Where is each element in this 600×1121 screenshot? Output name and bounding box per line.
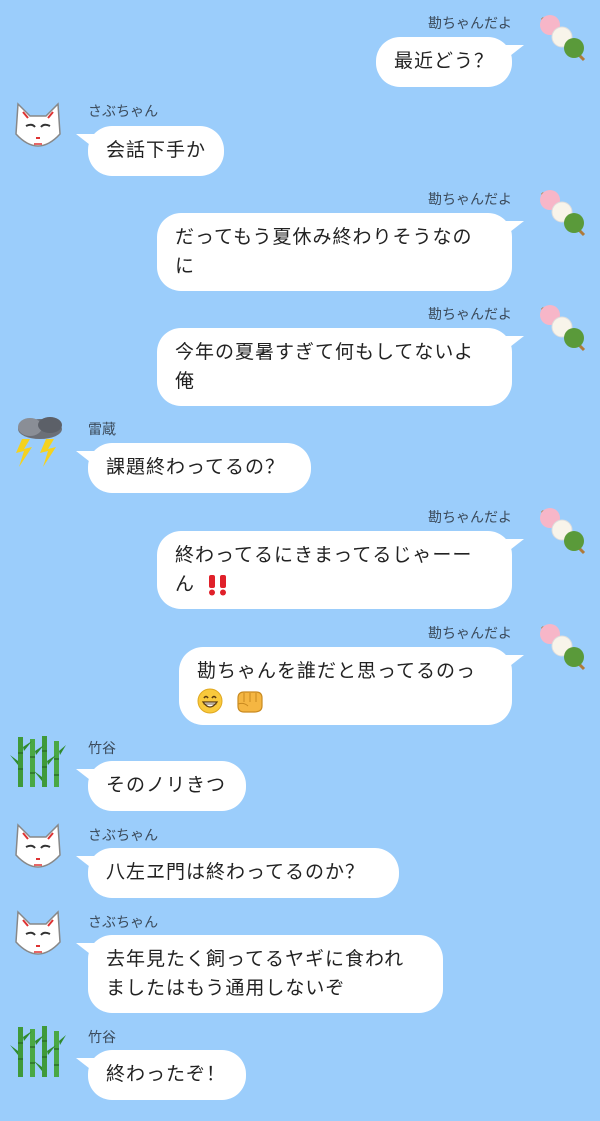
message-text: 勘ちゃんを誰だと思ってるのっ <box>197 660 477 682</box>
sender-name: 勘ちゃんだよ <box>428 510 512 526</box>
message-row: さぶちゃん 会話下手か <box>0 95 600 183</box>
message-bubble[interactable]: そのノリきつ <box>76 761 246 811</box>
message-text: 終わってるにきまってるじゃーー <box>175 544 473 566</box>
dango-icon[interactable] <box>534 619 590 675</box>
sender-name: 勘ちゃんだよ <box>428 192 512 208</box>
fox-mask-icon[interactable] <box>10 908 66 964</box>
sender-name: さぶちゃん <box>88 828 159 844</box>
message-row: 竹谷 終わったぞ！ <box>0 1023 600 1121</box>
message-text: 八左ヱ門は終わってるのか？ <box>106 861 366 883</box>
dango-icon[interactable] <box>534 503 590 559</box>
message-bubble[interactable]: 課題終わってるの？ <box>76 443 311 493</box>
message-text: そのノリきつ <box>106 774 227 796</box>
message-text: 終わったぞ！ <box>106 1063 227 1085</box>
message-bubble[interactable]: 去年見たく飼ってるヤギに食われ ましたはもう通用しないぞ <box>76 935 443 1013</box>
message-text: だってもう夏休み終わりそうなの <box>175 226 473 248</box>
message-bubble[interactable]: 今年の夏暑すぎて何もしてないよ 俺 <box>157 328 524 406</box>
sender-name: さぶちゃん <box>88 915 159 931</box>
bamboo-icon[interactable] <box>10 1023 66 1079</box>
sender-name: 勘ちゃんだよ <box>428 626 512 642</box>
message-row: 勘ちゃんだよ だってもう夏休み終わりそうなの に <box>0 183 600 298</box>
fist-icon <box>237 690 263 713</box>
message-row: 勘ちゃんだよ 最近どう？ <box>0 0 600 95</box>
message-bubble[interactable]: 会話下手か <box>76 126 224 176</box>
dango-icon[interactable] <box>534 185 590 241</box>
message-row: 勘ちゃんだよ 勘ちゃんを誰だと思ってるのっ <box>0 618 600 733</box>
message-bubble[interactable]: 終わってるにきまってるじゃーー ん <box>157 531 524 609</box>
sender-name: 竹谷 <box>88 741 116 757</box>
message-bubble[interactable]: 八左ヱ門は終わってるのか？ <box>76 848 399 898</box>
sender-name: 竹谷 <box>88 1030 116 1046</box>
chat-area: 勘ちゃんだよ 最近どう？ さぶちゃん 会話下手か 勘ちゃんだよ だってもう夏休み… <box>0 0 600 1121</box>
message-bubble[interactable]: 最近どう？ <box>376 37 524 87</box>
message-bubble[interactable]: 終わったぞ！ <box>76 1050 246 1100</box>
dango-icon[interactable] <box>534 10 590 66</box>
message-text: 去年見たく飼ってるヤギに食われ <box>106 948 405 970</box>
message-text: に <box>175 255 196 277</box>
message-text: 課題終わってるの？ <box>106 456 286 478</box>
message-text: 俺 <box>175 370 196 392</box>
message-text: ましたはもう通用しないぞ <box>106 977 346 999</box>
message-bubble[interactable]: 勘ちゃんを誰だと思ってるのっ <box>179 647 524 725</box>
double-exclamation-icon <box>209 574 227 595</box>
message-text: 会話下手か <box>106 139 207 161</box>
message-bubble[interactable]: だってもう夏休み終わりそうなの に <box>157 213 524 291</box>
message-text: 今年の夏暑すぎて何もしてないよ <box>175 341 475 363</box>
message-row: 勘ちゃんだよ 今年の夏暑すぎて何もしてないよ 俺 <box>0 298 600 413</box>
bamboo-icon[interactable] <box>10 733 66 789</box>
message-row: 勘ちゃんだよ 終わってるにきまってるじゃーー ん <box>0 503 600 618</box>
sender-name: さぶちゃん <box>88 104 159 120</box>
dango-icon[interactable] <box>534 300 590 356</box>
thunder-cloud-icon[interactable] <box>10 415 66 471</box>
message-row: 雷蔵 課題終わってるの？ <box>0 413 600 503</box>
message-text: 最近どう？ <box>394 50 495 72</box>
message-row: 竹谷 そのノリきつ <box>0 733 600 821</box>
message-row: さぶちゃん 去年見たく飼ってるヤギに食われ ましたはもう通用しないぞ <box>0 908 600 1023</box>
sender-name: 勘ちゃんだよ <box>428 16 512 32</box>
fox-mask-icon[interactable] <box>10 821 66 877</box>
message-row: さぶちゃん 八左ヱ門は終わってるのか？ <box>0 821 600 908</box>
message-text: ん <box>175 573 196 595</box>
grin-face-icon <box>197 688 223 713</box>
sender-name: 雷蔵 <box>88 422 116 438</box>
fox-mask-icon[interactable] <box>10 100 66 156</box>
sender-name: 勘ちゃんだよ <box>428 307 512 323</box>
